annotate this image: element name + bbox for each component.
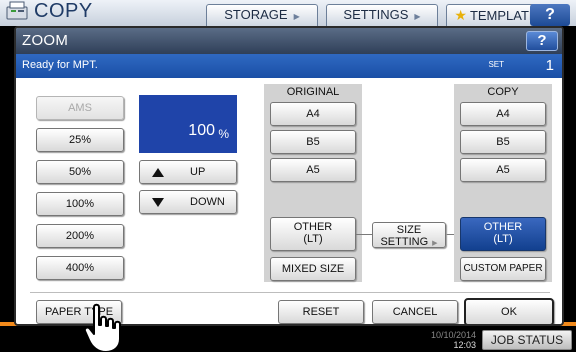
ams-button[interactable]: AMS bbox=[36, 96, 124, 120]
copy-other-line2: (LT) bbox=[493, 233, 513, 245]
help-button[interactable]: ? bbox=[530, 4, 570, 26]
zoom-100-button[interactable]: 100% bbox=[36, 192, 124, 216]
top-bar: COPY STORAGE ▶ SETTINGS ▶ ★ TEMPLATE ? bbox=[0, 0, 576, 26]
original-a4-button[interactable]: A4 bbox=[270, 102, 356, 126]
tab-storage-label: STORAGE bbox=[224, 7, 288, 22]
arrow-up-icon bbox=[152, 168, 164, 177]
zoom-dialog: ZOOM ? Ready for MPT. SET 1 AMS 25% 50% … bbox=[14, 26, 564, 326]
original-other-line2: (LT) bbox=[303, 233, 323, 245]
tab-template-label: TEMPLATE bbox=[469, 8, 538, 23]
original-label: ORIGINAL bbox=[286, 86, 340, 98]
hand-pointer-icon bbox=[83, 303, 121, 352]
dialog-title: ZOOM bbox=[22, 32, 69, 49]
copy-a4-button[interactable]: A4 bbox=[460, 102, 546, 126]
original-other-line1: OTHER bbox=[293, 221, 333, 233]
copier-icon bbox=[6, 1, 28, 20]
zoom-display: 100 % bbox=[139, 95, 237, 153]
size-setting-button[interactable]: SIZE SETTING ▶ bbox=[372, 222, 446, 248]
custom-paper-button[interactable]: CUSTOM PAPER bbox=[460, 257, 546, 281]
zoom-unit: % bbox=[218, 127, 229, 141]
dialog-help-button[interactable]: ? bbox=[526, 31, 558, 51]
chevron-right-icon: ▶ bbox=[414, 12, 421, 21]
zoom-25-button[interactable]: 25% bbox=[36, 128, 124, 152]
star-icon: ★ bbox=[454, 7, 467, 23]
zoom-up-label: UP bbox=[190, 166, 206, 178]
original-a5-button[interactable]: A5 bbox=[270, 158, 356, 182]
zoom-200-button[interactable]: 200% bbox=[36, 224, 124, 248]
copy-other-button[interactable]: OTHER (LT) bbox=[460, 217, 546, 251]
ok-button[interactable]: OK bbox=[464, 298, 554, 324]
cancel-button[interactable]: CANCEL bbox=[372, 300, 458, 324]
zoom-50-button[interactable]: 50% bbox=[36, 160, 124, 184]
zoom-down-button[interactable]: DOWN bbox=[139, 190, 237, 214]
size-setting-line2-text: SETTING bbox=[380, 236, 429, 248]
date-text: 10/10/2014 bbox=[430, 330, 476, 340]
chevron-right-icon: ▶ bbox=[293, 12, 300, 21]
chevron-right-icon: ▶ bbox=[432, 240, 438, 247]
original-b5-button[interactable]: B5 bbox=[270, 130, 356, 154]
mixed-size-button[interactable]: MIXED SIZE bbox=[270, 257, 356, 281]
dialog-header: ZOOM ? bbox=[16, 28, 562, 54]
clock: 10/10/2014 12:03 bbox=[426, 330, 476, 350]
job-status-button[interactable]: JOB STATUS bbox=[482, 330, 572, 350]
copy-a5-button[interactable]: A5 bbox=[460, 158, 546, 182]
tab-settings-label: SETTINGS bbox=[343, 7, 409, 22]
set-label: SET bbox=[488, 60, 504, 69]
zoom-down-label: DOWN bbox=[190, 196, 225, 208]
original-other-button[interactable]: OTHER (LT) bbox=[270, 217, 356, 251]
copy-b5-button[interactable]: B5 bbox=[460, 130, 546, 154]
time-text: 12:03 bbox=[453, 340, 476, 350]
tab-settings[interactable]: SETTINGS ▶ bbox=[326, 4, 438, 26]
set-count: 1 bbox=[545, 57, 554, 74]
copy-label: COPY bbox=[487, 86, 519, 98]
status-message: Ready for MPT. bbox=[22, 59, 98, 71]
zoom-400-button[interactable]: 400% bbox=[36, 256, 124, 280]
reset-button[interactable]: RESET bbox=[278, 300, 364, 324]
app-title: COPY bbox=[34, 0, 93, 22]
status-bar: Ready for MPT. SET 1 bbox=[16, 54, 562, 78]
zoom-value: 100 bbox=[188, 122, 215, 139]
size-setting-line2: SETTING ▶ bbox=[373, 236, 445, 250]
divider bbox=[30, 292, 550, 293]
copy-other-line1: OTHER bbox=[483, 221, 523, 233]
job-status-label: JOB STATUS bbox=[490, 333, 564, 347]
size-setting-line1: SIZE bbox=[396, 224, 422, 236]
arrow-down-icon bbox=[152, 198, 164, 207]
tab-storage[interactable]: STORAGE ▶ bbox=[206, 4, 318, 26]
zoom-up-button[interactable]: UP bbox=[139, 160, 237, 184]
connector-line bbox=[356, 234, 372, 235]
